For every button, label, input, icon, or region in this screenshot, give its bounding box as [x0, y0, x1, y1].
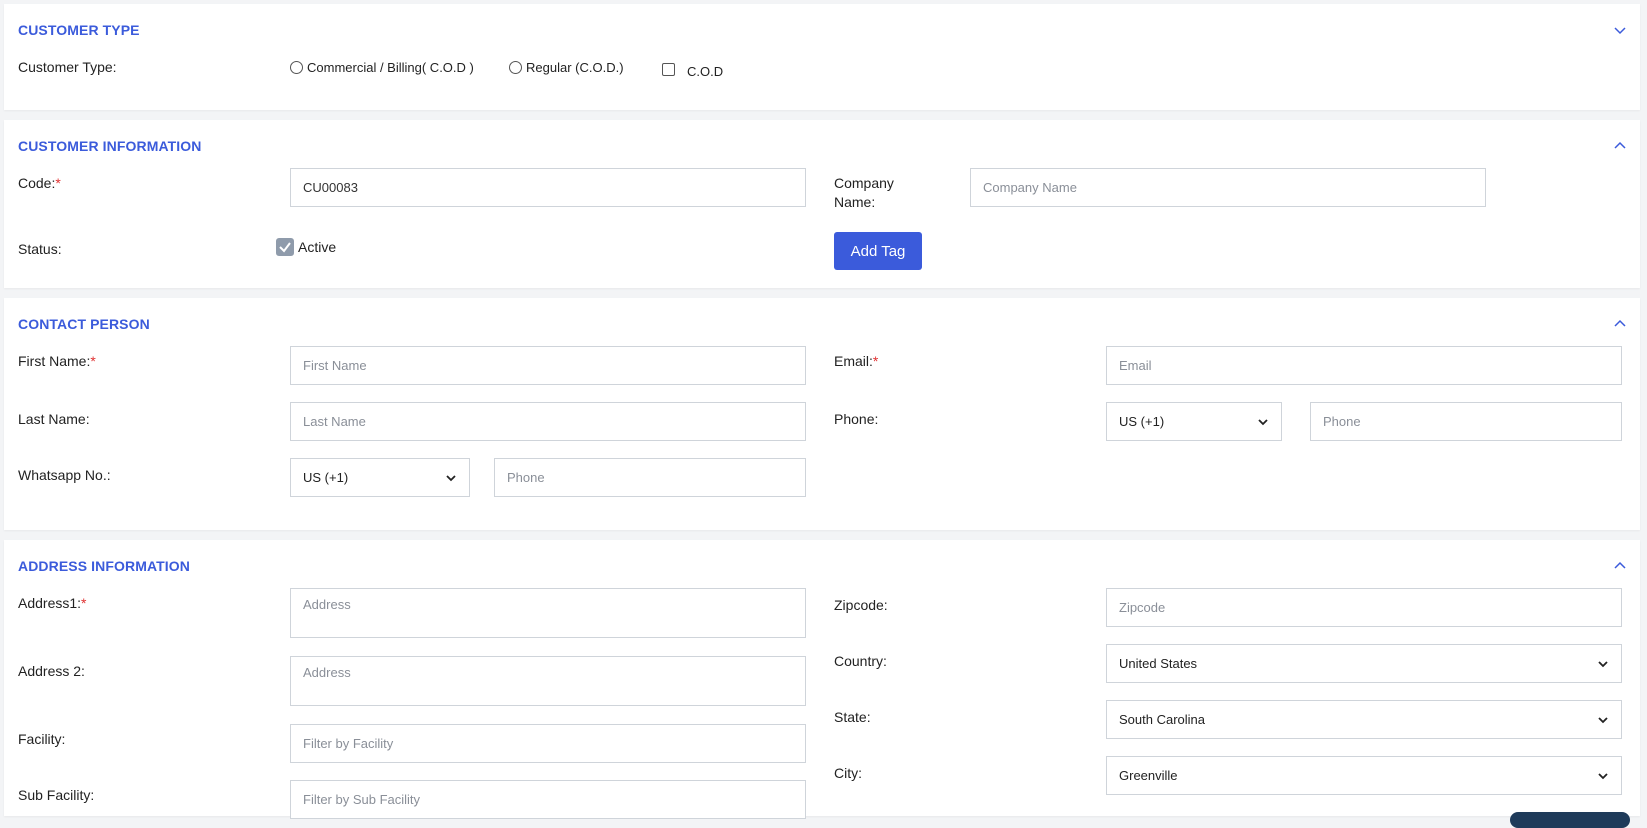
city-select[interactable]: Greenville: [1106, 756, 1622, 795]
radio-commercial-label: Commercial / Billing( C.O.D ): [307, 60, 474, 75]
code-label: Code:*: [18, 174, 61, 193]
zipcode-label: Zipcode:: [834, 597, 888, 613]
subfacility-input[interactable]: [290, 780, 806, 819]
required-mark: *: [55, 175, 61, 191]
address1-input[interactable]: [290, 588, 806, 638]
cod-checkbox-label: C.O.D: [687, 64, 724, 79]
address1-label-text: Address1:: [18, 595, 82, 611]
customer-type-card: CUSTOMER TYPE Customer Type: Commercial …: [4, 4, 1640, 110]
radio-icon[interactable]: [290, 61, 303, 74]
whatsapp-country-value: US (+1): [303, 470, 349, 485]
phone-country-value: US (+1): [1119, 414, 1165, 429]
phone-country-select[interactable]: US (+1): [1106, 402, 1282, 441]
city-value: Greenville: [1119, 768, 1178, 783]
customer-info-card: CUSTOMER INFORMATION Code:* Company Name…: [4, 120, 1640, 288]
chevron-down-icon: [1258, 418, 1268, 425]
chevron-up-icon[interactable]: [1614, 560, 1626, 572]
chevron-up-icon[interactable]: [1614, 140, 1626, 152]
city-label: City:: [834, 765, 862, 781]
contact-person-card: CONTACT PERSON First Name:* Last Name: W…: [4, 298, 1640, 530]
company-name-label-line2: Name:: [834, 194, 876, 210]
chevron-down-icon: [446, 474, 456, 481]
chevron-down-icon: [1598, 772, 1608, 779]
code-label-text: Code:: [18, 175, 56, 191]
company-name-label: Company Name:: [834, 174, 894, 212]
chevron-down-icon: [1598, 716, 1608, 723]
required-mark: *: [90, 353, 96, 369]
floating-action-button[interactable]: [1510, 812, 1630, 828]
checkbox-icon[interactable]: [662, 63, 675, 76]
first-name-input[interactable]: [290, 346, 806, 385]
subfacility-label: Sub Facility:: [18, 787, 95, 803]
whatsapp-label: Whatsapp No.:: [18, 467, 111, 483]
phone-input[interactable]: [1310, 402, 1622, 441]
radio-commercial[interactable]: Commercial / Billing( C.O.D ): [290, 60, 474, 75]
customer-info-title: CUSTOMER INFORMATION: [18, 138, 202, 154]
first-name-label: First Name:*: [18, 352, 96, 371]
zipcode-input[interactable]: [1106, 588, 1622, 627]
active-label: Active: [298, 239, 337, 255]
add-tag-button[interactable]: Add Tag: [834, 232, 922, 270]
address-info-title: ADDRESS INFORMATION: [18, 558, 190, 574]
first-name-label-text: First Name:: [18, 353, 91, 369]
code-input[interactable]: [290, 168, 806, 207]
phone-label: Phone:: [834, 411, 879, 427]
radio-regular-label: Regular (C.O.D.): [526, 60, 624, 75]
email-label-text: Email:: [834, 353, 873, 369]
required-mark: *: [872, 353, 879, 369]
email-input[interactable]: [1106, 346, 1622, 385]
chevron-down-icon[interactable]: [1614, 24, 1626, 36]
address-info-card: ADDRESS INFORMATION Address1:* Address 2…: [4, 540, 1640, 819]
country-value: United States: [1119, 656, 1198, 671]
address1-label: Address1:*: [18, 594, 87, 613]
cod-checkbox[interactable]: C.O.D: [662, 60, 723, 79]
active-checkbox[interactable]: Active: [276, 238, 336, 256]
chevron-up-icon[interactable]: [1614, 318, 1626, 330]
required-mark: *: [81, 595, 87, 611]
state-label: State:: [834, 709, 871, 725]
checkmark-icon[interactable]: [276, 238, 294, 256]
radio-icon[interactable]: [509, 61, 522, 74]
company-name-label-line1: Company: [834, 175, 894, 191]
address2-label: Address 2:: [18, 663, 85, 679]
address2-input[interactable]: [290, 656, 806, 706]
facility-label: Facility:: [18, 731, 66, 747]
radio-regular[interactable]: Regular (C.O.D.): [509, 60, 624, 75]
contact-person-title: CONTACT PERSON: [18, 316, 150, 332]
state-value: South Carolina: [1119, 712, 1205, 727]
facility-input[interactable]: [290, 724, 806, 763]
last-name-label: Last Name:: [18, 411, 90, 427]
country-select[interactable]: United States: [1106, 644, 1622, 683]
customer-type-label: Customer Type:: [18, 59, 117, 75]
company-name-input[interactable]: [970, 168, 1486, 207]
chevron-down-icon: [1598, 660, 1608, 667]
whatsapp-phone-input[interactable]: [494, 458, 806, 497]
email-label: Email:*: [834, 352, 878, 371]
state-select[interactable]: South Carolina: [1106, 700, 1622, 739]
whatsapp-country-select[interactable]: US (+1): [290, 458, 470, 497]
status-label: Status:: [18, 241, 62, 257]
country-label: Country:: [834, 653, 887, 669]
last-name-input[interactable]: [290, 402, 806, 441]
customer-type-title: CUSTOMER TYPE: [18, 22, 140, 38]
